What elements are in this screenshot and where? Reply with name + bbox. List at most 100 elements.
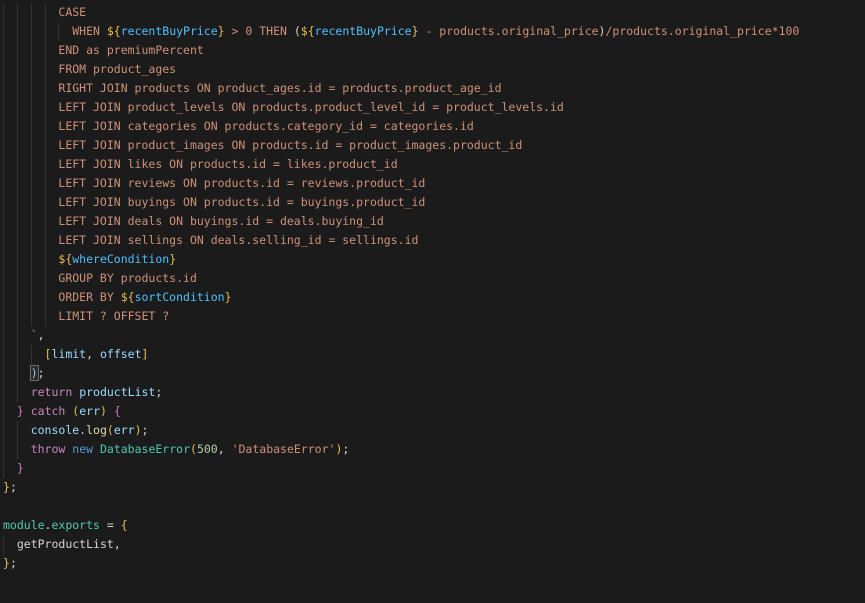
indent-guide: [44, 250, 46, 269]
code-token: LEFT JOIN buyings ON products.id = buyin…: [58, 195, 426, 209]
indent-guide: [16, 3, 18, 22]
code-token: err: [113, 423, 135, 437]
code-line[interactable]: `,: [0, 326, 865, 345]
code-token: module: [3, 518, 45, 532]
indent-guide: [16, 440, 18, 459]
indent-guide: [16, 155, 18, 174]
code-token: }: [3, 556, 10, 570]
code-token: ;: [9, 556, 17, 570]
indent-guide: [58, 22, 60, 41]
indent-guide: [3, 250, 4, 269]
code-token: productList: [79, 385, 156, 399]
code-line[interactable]: LEFT JOIN reviews ON products.id = revie…: [0, 174, 865, 193]
indent-guide: [3, 535, 4, 554]
code-line[interactable]: }: [0, 459, 865, 478]
code-token: ;: [155, 385, 163, 399]
code-line[interactable]: getProductList,: [0, 535, 865, 554]
indent-guide: [16, 212, 18, 231]
code-line[interactable]: module.exports = {: [0, 516, 865, 535]
code-token: offset: [99, 347, 142, 361]
indent-guide: [30, 288, 32, 307]
code-line[interactable]: RIGHT JOIN products ON product_ages.id =…: [0, 79, 865, 98]
indent-guide: [16, 79, 18, 98]
code-token: ;: [37, 366, 45, 380]
indent-guide: [30, 41, 32, 60]
indent-guide: [30, 22, 32, 41]
code-line[interactable]: return productList;: [0, 383, 865, 402]
code-token: /products.original_price*100: [605, 24, 800, 38]
code-token: LEFT JOIN product_levels ON products.pro…: [58, 100, 564, 114]
code-line[interactable]: console.log(err);: [0, 421, 865, 440]
matched-bracket: ): [29, 365, 39, 381]
code-line[interactable]: LEFT JOIN deals ON buyings.id = deals.bu…: [0, 212, 865, 231]
code-token: }: [217, 24, 225, 38]
code-line[interactable]: };: [0, 554, 865, 573]
code-token: ;: [9, 480, 17, 494]
code-line[interactable]: } catch (err) {: [0, 402, 865, 421]
code-token: }: [169, 252, 177, 266]
code-line[interactable]: ${whereCondition}: [0, 250, 865, 269]
code-token: }: [411, 24, 419, 38]
indent-guide: [30, 155, 32, 174]
code-line[interactable]: [limit, offset]: [0, 345, 865, 364]
code-line[interactable]: };: [0, 478, 865, 497]
indent-guide: [30, 174, 32, 193]
indent-guide: [30, 345, 32, 364]
code-editor[interactable]: CASE WHEN ${recentBuyPrice} > 0 THEN (${…: [0, 0, 865, 603]
code-line[interactable]: CASE: [0, 3, 865, 22]
indent-guide: [16, 326, 18, 345]
indent-guide: [30, 307, 32, 326]
code-token: ${: [58, 252, 73, 266]
indent-guide: [30, 193, 32, 212]
code-token: (: [293, 24, 301, 38]
code-token: ${: [300, 24, 315, 38]
indent-guide: [30, 231, 32, 250]
code-line[interactable]: END as premiumPercent: [0, 41, 865, 60]
code-line[interactable]: ORDER BY ${sortCondition}: [0, 288, 865, 307]
code-line[interactable]: LEFT JOIN buyings ON products.id = buyin…: [0, 193, 865, 212]
indent-guide: [3, 22, 4, 41]
code-line[interactable]: GROUP BY products.id: [0, 269, 865, 288]
code-line[interactable]: LEFT JOIN product_levels ON products.pro…: [0, 98, 865, 117]
indent-guide: [3, 60, 4, 79]
code-line[interactable]: WHEN ${recentBuyPrice} > 0 THEN (${recen…: [0, 22, 865, 41]
code-line[interactable]: LIMIT ? OFFSET ?: [0, 307, 865, 326]
indent-guide: [44, 3, 46, 22]
code-token: LEFT JOIN deals ON buyings.id = deals.bu…: [58, 214, 384, 228]
indent-guide: [3, 174, 4, 193]
code-line[interactable]: [0, 497, 865, 516]
code-line[interactable]: LEFT JOIN sellings ON deals.selling_id =…: [0, 231, 865, 250]
code-line[interactable]: FROM product_ages: [0, 60, 865, 79]
code-line[interactable]: LEFT JOIN likes ON products.id = likes.p…: [0, 155, 865, 174]
indent-guide: [3, 326, 4, 345]
code-line[interactable]: throw new DatabaseError(500, 'DatabaseEr…: [0, 440, 865, 459]
code-token: WHEN: [72, 24, 107, 38]
code-token: ,: [37, 328, 45, 342]
indent-guide: [44, 98, 46, 117]
indent-guide: [44, 155, 46, 174]
code-token: whereCondition: [72, 252, 170, 266]
code-token: - products.original_price: [418, 24, 599, 38]
code-line[interactable]: LEFT JOIN product_images ON products.id …: [0, 136, 865, 155]
indent-guide: [3, 193, 4, 212]
code-token: DatabaseError: [99, 442, 190, 456]
indent-guide: [3, 231, 4, 250]
code-token: (: [190, 442, 197, 456]
code-line[interactable]: LEFT JOIN categories ON products.categor…: [0, 117, 865, 136]
indent-guide: [44, 79, 46, 98]
code-token: 500: [196, 442, 218, 456]
code-line[interactable]: );: [0, 364, 865, 383]
indent-guide: [16, 60, 18, 79]
indent-guide: [3, 79, 4, 98]
indent-guide: [16, 364, 18, 383]
code-token: `: [30, 328, 38, 342]
indent-guide: [44, 136, 46, 155]
indent-guide: [3, 440, 4, 459]
indent-guide: [44, 288, 46, 307]
indent-guide: [30, 117, 32, 136]
code-token: }: [16, 404, 24, 418]
code-token: {: [120, 518, 128, 532]
